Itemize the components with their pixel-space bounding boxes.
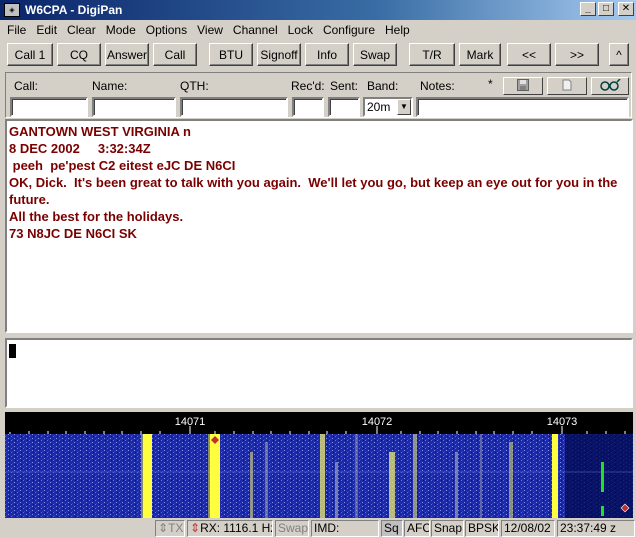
qth-field[interactable] xyxy=(180,97,288,117)
waterfall-svg[interactable]: 14071 14072 14073 xyxy=(5,412,633,518)
date-status: 12/08/02 xyxy=(501,520,555,537)
call-label: Call: xyxy=(14,79,39,93)
qso-fields-panel: Call: Name: QTH: Rec'd: Sent: Band: Note… xyxy=(5,72,632,118)
freq-label-14071: 14071 xyxy=(175,416,206,428)
tx-status[interactable]: ⇕TX xyxy=(155,520,185,537)
menu-bar: File Edit Clear Mode Options View Channe… xyxy=(0,20,636,40)
title-bar: ◈ W6CPA - DigiPan _ □ ✕ xyxy=(0,0,636,20)
close-button[interactable]: ✕ xyxy=(618,2,634,16)
swap-button[interactable]: Swap xyxy=(353,43,397,66)
afc-toggle[interactable]: AFC xyxy=(404,520,430,537)
new-entry-button[interactable] xyxy=(547,77,587,95)
rx-line: GANTOWN WEST VIRGINIA n xyxy=(9,124,191,139)
name-field[interactable] xyxy=(92,97,176,117)
time-status: 23:37:49 z xyxy=(557,520,635,537)
minimize-button[interactable]: _ xyxy=(580,2,596,16)
swap-status[interactable]: Swap xyxy=(275,520,309,537)
freq-label-14073: 14073 xyxy=(547,416,578,428)
status-bar: ⇕TX ⇕RX: 1116.1 Hz Swap IMD: Sq AFC Snap… xyxy=(0,519,636,538)
binoculars-icon xyxy=(599,77,621,94)
rx-line: OK, Dick. It's been great to talk with y… xyxy=(9,175,621,207)
btu-button[interactable]: BTU xyxy=(209,43,253,66)
band-value: 20m xyxy=(367,100,391,114)
transmit-text-pane[interactable] xyxy=(5,338,633,408)
squelch-toggle[interactable]: Sq xyxy=(381,520,403,537)
rx-status[interactable]: ⇕RX: 1116.1 Hz xyxy=(187,520,273,537)
notes-label: Notes: xyxy=(420,79,455,93)
new-page-icon xyxy=(561,79,573,94)
chevron-down-icon[interactable]: ▼ xyxy=(397,99,411,115)
menu-configure[interactable]: Configure xyxy=(318,23,380,37)
shift-right-button[interactable]: >> xyxy=(555,43,599,66)
waterfall-display[interactable]: 14071 14072 14073 xyxy=(5,412,633,518)
shift-left-button[interactable]: << xyxy=(507,43,551,66)
menu-view[interactable]: View xyxy=(192,23,228,37)
band-select[interactable]: 20m ▼ xyxy=(363,97,413,117)
menu-edit[interactable]: Edit xyxy=(31,23,62,37)
menu-lock[interactable]: Lock xyxy=(283,23,318,37)
tuning-indicator-bottom xyxy=(601,506,604,516)
notes-field[interactable] xyxy=(416,97,629,117)
mode-status[interactable]: BPSK xyxy=(465,520,499,537)
menu-file[interactable]: File xyxy=(2,23,31,37)
rx-line: peeh pe'pest C2 eitest eJC DE N6CI xyxy=(9,158,236,173)
recd-field[interactable] xyxy=(292,97,324,117)
rx-arrow-icon: ⇕ xyxy=(190,521,201,535)
snap-toggle[interactable]: Snap xyxy=(431,520,464,537)
cq-button[interactable]: CQ xyxy=(57,43,101,66)
lookup-button[interactable] xyxy=(591,77,629,95)
spectrogram-noise xyxy=(5,434,633,518)
call-field[interactable] xyxy=(10,97,88,117)
macro-toolbar: Call 1 CQ Answer Call BTU Signoff Info S… xyxy=(0,41,636,69)
save-log-button[interactable] xyxy=(503,77,543,95)
imd-status: IMD: xyxy=(311,520,379,537)
freq-label-14072: 14072 xyxy=(362,416,393,428)
call1-button[interactable]: Call 1 xyxy=(7,43,53,66)
asterisk-marker: * xyxy=(488,77,493,91)
collapse-up-button[interactable]: ^ xyxy=(609,43,629,66)
menu-options[interactable]: Options xyxy=(141,23,192,37)
call-button[interactable]: Call xyxy=(153,43,197,66)
name-label: Name: xyxy=(92,79,128,93)
window-title: W6CPA - DigiPan xyxy=(25,3,123,17)
menu-help[interactable]: Help xyxy=(380,23,415,37)
menu-channel[interactable]: Channel xyxy=(228,23,283,37)
receive-text-pane[interactable]: GANTOWN WEST VIRGINIA n 8 DEC 2002 3:32:… xyxy=(5,119,633,333)
answer-button[interactable]: Answer xyxy=(105,43,149,66)
signoff-button[interactable]: Signoff xyxy=(257,43,301,66)
text-cursor xyxy=(9,344,16,358)
mark-button[interactable]: Mark xyxy=(459,43,501,66)
spectrogram-dark-edge xyxy=(565,434,633,518)
sent-label: Sent: xyxy=(330,79,359,93)
floppy-disk-icon xyxy=(517,78,529,94)
info-button[interactable]: Info xyxy=(305,43,349,66)
qth-label: QTH: xyxy=(180,79,209,93)
sent-field[interactable] xyxy=(328,97,360,117)
maximize-button[interactable]: □ xyxy=(598,2,614,16)
band-label: Band: xyxy=(367,79,399,93)
tx-arrow-icon: ⇕ xyxy=(158,521,169,535)
rx-line: All the best for the holidays. xyxy=(9,209,184,224)
tx-label: TX xyxy=(168,521,184,535)
recd-label: Rec'd: xyxy=(291,79,325,93)
menu-mode[interactable]: Mode xyxy=(101,23,141,37)
app-icon: ◈ xyxy=(4,3,20,17)
menu-clear[interactable]: Clear xyxy=(62,23,101,37)
tr-button[interactable]: T/R xyxy=(409,43,455,66)
rx-line: 73 N8JC DE N6CI SK xyxy=(9,226,137,241)
rx-label: RX: 1116.1 Hz xyxy=(200,521,273,535)
tuning-indicator-top xyxy=(601,462,604,492)
rx-line: 8 DEC 2002 3:32:34Z xyxy=(9,141,151,156)
